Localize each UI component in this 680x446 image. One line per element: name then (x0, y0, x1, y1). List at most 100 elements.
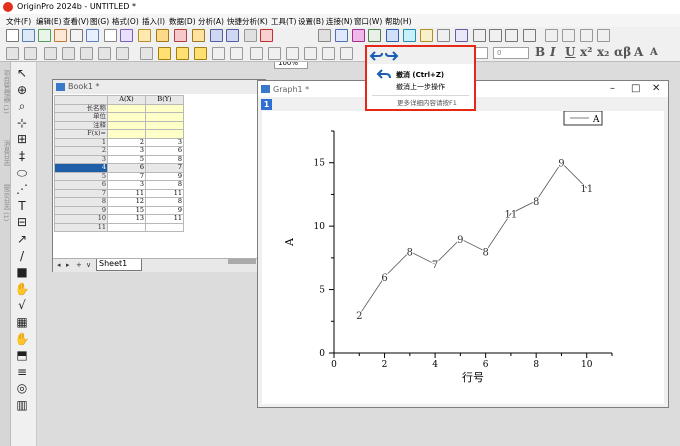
cell-a[interactable]: 5 (107, 154, 146, 164)
meta-cell[interactable] (145, 103, 184, 113)
text-tool-icon[interactable]: T (14, 199, 30, 213)
chart-icon[interactable]: ▥ (14, 398, 30, 412)
menu-edit[interactable]: 编辑(E) (36, 16, 62, 27)
formula-tool-icon[interactable]: √ (14, 298, 30, 312)
save-template-icon[interactable] (226, 29, 239, 42)
menu-settings[interactable]: 设置(B) (298, 16, 324, 27)
cell-b[interactable]: 3 (145, 137, 184, 147)
extract-icon[interactable] (140, 47, 153, 60)
cell-a[interactable]: 6 (107, 163, 146, 173)
cell-b[interactable]: 8 (145, 180, 184, 190)
meta-row-label[interactable]: 注释 (54, 120, 108, 130)
legend-icon[interactable] (286, 47, 299, 60)
save-project-icon[interactable] (210, 29, 223, 42)
meta-cell[interactable] (107, 120, 146, 130)
cell-a[interactable]: 11 (107, 188, 146, 198)
cell-b[interactable]: 6 (145, 146, 184, 156)
meta-cell[interactable] (145, 120, 184, 130)
bold-button[interactable]: B (535, 45, 545, 59)
column-header-b[interactable]: B(Y) (145, 95, 184, 105)
layer-icon[interactable] (250, 47, 263, 60)
workbook-titlebar[interactable]: Book1 * (53, 80, 265, 94)
screen-reader-icon[interactable]: ⊹ (14, 116, 30, 130)
new-matrix-icon[interactable] (54, 29, 67, 42)
row-header[interactable]: 4 (54, 163, 108, 173)
row-header[interactable]: 1 (54, 137, 108, 147)
menu-view[interactable]: 查看(V) (63, 16, 89, 27)
copy-page-icon[interactable] (340, 47, 353, 60)
grid-icon[interactable] (304, 47, 317, 60)
cell-a[interactable] (107, 222, 146, 232)
row-header[interactable]: 7 (54, 188, 108, 198)
column-header-a[interactable]: A(X) (107, 95, 146, 105)
row-header[interactable]: 5 (54, 171, 108, 181)
tab-project-manager[interactable]: 项目管理器 (1) (1, 70, 11, 114)
row-header[interactable]: 2 (54, 146, 108, 156)
insert-text-icon[interactable] (6, 47, 19, 60)
new-graph-icon[interactable] (38, 29, 51, 42)
results-log-icon[interactable] (335, 29, 348, 42)
cell-a[interactable]: 15 (107, 205, 146, 215)
meta-cell[interactable] (107, 103, 146, 113)
row-header[interactable]: 6 (54, 180, 108, 190)
horizontal-scrollbar[interactable] (228, 259, 256, 264)
sheet-list-icon[interactable]: ∨ (86, 261, 91, 269)
layer-indicator[interactable]: 1 (261, 99, 272, 110)
fill-icon[interactable] (230, 47, 243, 60)
increase-font-button[interactable]: A (634, 45, 643, 59)
recalculate-icon[interactable] (260, 29, 273, 42)
corner-cell[interactable] (54, 95, 108, 105)
rescale-icon[interactable] (80, 47, 93, 60)
object-tool-icon[interactable]: ⬒ (14, 348, 30, 362)
add-sheet-icon[interactable]: + (76, 261, 82, 269)
new-notes-icon[interactable] (70, 29, 83, 42)
minimize-button[interactable]: – (610, 83, 615, 94)
close-button[interactable]: ✕ (652, 83, 660, 94)
menu-tools[interactable]: 工具(T) (271, 16, 296, 27)
cell-a[interactable]: 7 (107, 171, 146, 181)
open-template-icon[interactable] (156, 29, 169, 42)
cell-b[interactable]: 7 (145, 163, 184, 173)
cell-b[interactable]: 11 (145, 188, 184, 198)
pan-tool-icon[interactable]: ✋ (14, 332, 30, 346)
menu-help[interactable]: 帮助(H) (385, 16, 412, 27)
meta-cell[interactable] (145, 112, 184, 122)
add-plot-icon[interactable] (158, 47, 171, 60)
add-column-icon[interactable] (545, 29, 558, 42)
new-project-icon[interactable] (6, 29, 19, 42)
cell-a[interactable]: 3 (107, 180, 146, 190)
new-layout-icon[interactable] (86, 29, 99, 42)
worksheet-icon[interactable] (489, 29, 502, 42)
data-reader-icon[interactable]: ⊞ (14, 132, 30, 146)
greek-button[interactable]: αβ (614, 45, 631, 59)
rectangle-tool-icon[interactable]: ■ (14, 265, 30, 279)
row-header[interactable]: 10 (54, 214, 108, 224)
maximize-button[interactable]: □ (631, 83, 640, 94)
cell-b[interactable]: 8 (145, 197, 184, 207)
new-workbook-icon[interactable] (22, 29, 35, 42)
menu-data[interactable]: 数据(D) (169, 16, 196, 27)
menu-insert[interactable]: 插入(I) (142, 16, 165, 27)
scale-in-icon[interactable]: ⌕ (14, 99, 30, 113)
annotation-icon[interactable]: ⊟ (14, 215, 30, 229)
row-header[interactable]: 9 (54, 205, 108, 215)
column-number-icon[interactable] (176, 47, 189, 60)
color-bar-icon[interactable]: ≡ (14, 365, 30, 379)
data-selector-icon[interactable]: ‡ (14, 149, 30, 163)
tab-hint-log[interactable]: 提示日志 (1) (1, 184, 11, 221)
cell-b[interactable]: 9 (145, 171, 184, 181)
project-explorer-icon[interactable] (403, 29, 416, 42)
font-size-select[interactable]: 0 (493, 47, 529, 59)
calculator-icon[interactable] (505, 29, 518, 42)
cell-a[interactable]: 3 (107, 146, 146, 156)
line-tool-icon[interactable]: / (14, 249, 30, 263)
import-icon[interactable] (244, 29, 257, 42)
prev-sheet-icon[interactable]: ◂ (57, 261, 61, 269)
row-header[interactable]: 11 (54, 222, 108, 232)
next-sheet-icon[interactable]: ▸ (66, 261, 70, 269)
superscript-button[interactable]: x² (580, 45, 592, 59)
new-function-icon[interactable] (104, 29, 117, 42)
open-icon[interactable] (138, 29, 151, 42)
decrease-font-button[interactable]: A (650, 47, 658, 58)
tab-message-log[interactable]: 消息日志 (1, 140, 11, 166)
